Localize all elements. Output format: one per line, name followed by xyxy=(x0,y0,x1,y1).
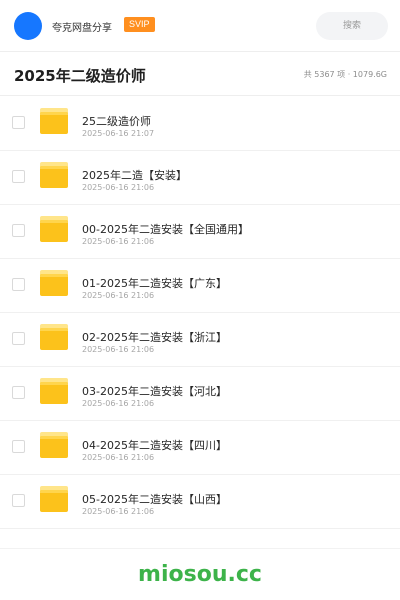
item-name[interactable]: 04-2025年二造安装【四川】 xyxy=(82,437,227,453)
item-checkbox[interactable] xyxy=(12,170,25,183)
item-date: 2025-06-16 21:06 xyxy=(82,237,155,246)
item-date: 2025-06-16 21:06 xyxy=(82,507,155,516)
item-date: 2025-06-16 21:06 xyxy=(82,399,155,408)
item-checkbox[interactable] xyxy=(12,332,25,345)
list-item[interactable]: 03-2025年二造安装【河北】 2025-06-16 21:06 xyxy=(0,367,400,421)
list-item[interactable]: 00-2025年二造安装【全国通用】 2025-06-16 21:06 xyxy=(0,205,400,259)
item-name[interactable]: 2025年二造【安装】 xyxy=(82,167,187,183)
folder-icon xyxy=(40,432,68,458)
avatar[interactable] xyxy=(14,12,42,40)
folder-icon xyxy=(40,270,68,296)
file-list: 25二级造价师 2025-06-16 21:07 2025年二造【安装】 202… xyxy=(0,97,400,529)
footer: miosou.cc xyxy=(0,548,400,600)
svip-badge: SVIP xyxy=(124,17,155,32)
item-name[interactable]: 05-2025年二造安装【山西】 xyxy=(82,491,227,507)
item-checkbox[interactable] xyxy=(12,116,25,129)
item-date: 2025-06-16 21:06 xyxy=(82,291,155,300)
item-name[interactable]: 01-2025年二造安装【广东】 xyxy=(82,275,227,291)
folder-icon xyxy=(40,378,68,404)
brand-name: 夸克网盘分享 xyxy=(52,23,112,34)
list-item[interactable]: 25二级造价师 2025-06-16 21:07 xyxy=(0,97,400,151)
list-item[interactable]: 04-2025年二造安装【四川】 2025-06-16 21:06 xyxy=(0,421,400,475)
item-date: 2025-06-16 21:06 xyxy=(82,345,155,354)
folder-icon xyxy=(40,108,68,134)
share-page: 夸克网盘分享 SVIP 2025年二级造价师 共 5367 项 · 1079.6… xyxy=(0,0,400,600)
page-title: 2025年二级造价师 xyxy=(14,67,146,85)
folder-icon xyxy=(40,162,68,188)
item-checkbox[interactable] xyxy=(12,224,25,237)
item-date: 2025-06-16 21:06 xyxy=(82,453,155,462)
item-date: 2025-06-16 21:06 xyxy=(82,183,155,192)
list-item[interactable]: 2025年二造【安装】 2025-06-16 21:06 xyxy=(0,151,400,205)
item-checkbox[interactable] xyxy=(12,278,25,291)
list-item[interactable]: 05-2025年二造安装【山西】 2025-06-16 21:06 xyxy=(0,475,400,529)
item-checkbox[interactable] xyxy=(12,440,25,453)
folder-title-bar: 2025年二级造价师 共 5367 项 · 1079.6G xyxy=(0,52,400,96)
folder-icon xyxy=(40,216,68,242)
item-name[interactable]: 03-2025年二造安装【河北】 xyxy=(82,383,227,399)
item-name[interactable]: 00-2025年二造安装【全国通用】 xyxy=(82,221,249,237)
search-input[interactable] xyxy=(316,12,388,40)
watermark: miosou.cc xyxy=(138,562,262,587)
item-name[interactable]: 02-2025年二造安装【浙江】 xyxy=(82,329,227,345)
folder-icon xyxy=(40,486,68,512)
item-checkbox[interactable] xyxy=(12,386,25,399)
folder-icon xyxy=(40,324,68,350)
item-date: 2025-06-16 21:07 xyxy=(82,129,155,138)
item-name[interactable]: 25二级造价师 xyxy=(82,113,151,129)
top-header: 夸克网盘分享 SVIP xyxy=(0,0,400,52)
folder-stats: 共 5367 项 · 1079.6G xyxy=(303,70,387,79)
list-item[interactable]: 02-2025年二造安装【浙江】 2025-06-16 21:06 xyxy=(0,313,400,367)
list-item[interactable]: 01-2025年二造安装【广东】 2025-06-16 21:06 xyxy=(0,259,400,313)
item-checkbox[interactable] xyxy=(12,494,25,507)
